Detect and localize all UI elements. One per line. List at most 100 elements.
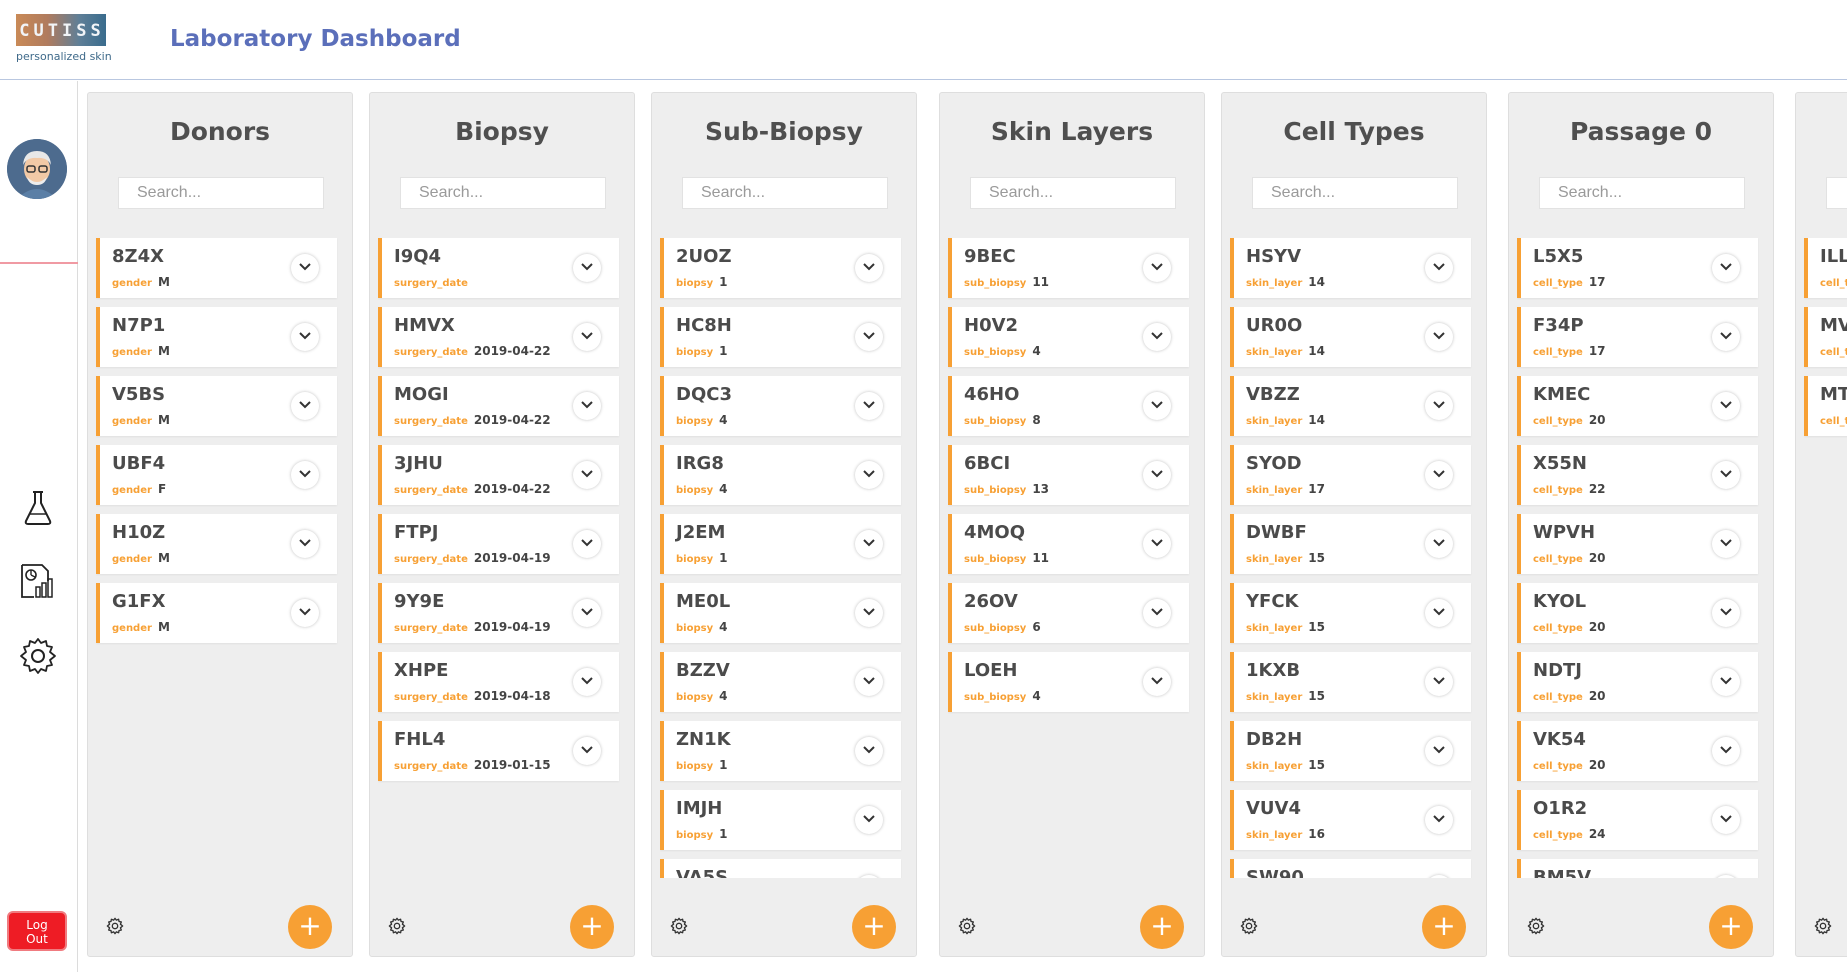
expand-chevron-button[interactable]	[1143, 668, 1171, 696]
expand-chevron-button[interactable]	[573, 392, 601, 420]
expand-chevron-button[interactable]	[1712, 392, 1740, 420]
record-card[interactable]: KMEC cell_type 20	[1517, 376, 1758, 436]
expand-chevron-button[interactable]	[855, 599, 883, 627]
expand-chevron-button[interactable]	[1143, 323, 1171, 351]
record-card[interactable]: YFCK skin_layer 15	[1230, 583, 1471, 643]
record-card[interactable]: 2UOZ biopsy 1	[660, 238, 901, 298]
record-card[interactable]: BZZV biopsy 4	[660, 652, 901, 712]
column-search-input[interactable]	[118, 177, 324, 209]
expand-chevron-button[interactable]	[1425, 461, 1453, 489]
record-card[interactable]: ZN1K biopsy 1	[660, 721, 901, 781]
record-card[interactable]: H0V2 sub_biopsy 4	[948, 307, 1189, 367]
expand-chevron-button[interactable]	[1712, 530, 1740, 558]
expand-chevron-button[interactable]	[855, 875, 883, 878]
column-search-input[interactable]	[970, 177, 1176, 209]
expand-chevron-button[interactable]	[1425, 599, 1453, 627]
record-card[interactable]: UR0O skin_layer 14	[1230, 307, 1471, 367]
expand-chevron-button[interactable]	[1425, 737, 1453, 765]
record-card[interactable]: 9BEC sub_biopsy 11	[948, 238, 1189, 298]
record-card[interactable]: G1FX gender M	[96, 583, 337, 643]
record-card[interactable]: IRG8 biopsy 4	[660, 445, 901, 505]
record-card[interactable]: DQC3 biopsy 4	[660, 376, 901, 436]
column-search-input[interactable]	[1252, 177, 1458, 209]
record-card[interactable]: N7P1 gender M	[96, 307, 337, 367]
record-card[interactable]: LOEH sub_biopsy 4	[948, 652, 1189, 712]
column-search-input[interactable]	[1826, 177, 1847, 209]
expand-chevron-button[interactable]	[1425, 806, 1453, 834]
expand-chevron-button[interactable]	[573, 323, 601, 351]
add-record-button[interactable]: +	[1709, 905, 1753, 949]
expand-chevron-button[interactable]	[855, 461, 883, 489]
record-card[interactable]: SYOD skin_layer 17	[1230, 445, 1471, 505]
record-card[interactable]: H10Z gender M	[96, 514, 337, 574]
record-card[interactable]: J2EM biopsy 1	[660, 514, 901, 574]
record-card[interactable]: 6BCI sub_biopsy 13	[948, 445, 1189, 505]
expand-chevron-button[interactable]	[291, 599, 319, 627]
expand-chevron-button[interactable]	[291, 461, 319, 489]
column-search-input[interactable]	[682, 177, 888, 209]
expand-chevron-button[interactable]	[855, 737, 883, 765]
expand-chevron-button[interactable]	[1143, 392, 1171, 420]
record-card[interactable]: 4MOQ sub_biopsy 11	[948, 514, 1189, 574]
expand-chevron-button[interactable]	[1712, 599, 1740, 627]
add-record-button[interactable]: +	[570, 905, 614, 949]
record-card[interactable]: VUV4 skin_layer 16	[1230, 790, 1471, 850]
record-card[interactable]: VK54 cell_type 20	[1517, 721, 1758, 781]
add-record-button[interactable]: +	[1140, 905, 1184, 949]
expand-chevron-button[interactable]	[1425, 668, 1453, 696]
expand-chevron-button[interactable]	[291, 254, 319, 282]
record-card[interactable]: X55N cell_type 22	[1517, 445, 1758, 505]
record-card[interactable]: 3JHU surgery_date 2019-04-22	[378, 445, 619, 505]
expand-chevron-button[interactable]	[855, 254, 883, 282]
record-card[interactable]: 46HO sub_biopsy 8	[948, 376, 1189, 436]
record-card[interactable]: VA5Sbiopsy	[660, 859, 901, 878]
expand-chevron-button[interactable]	[1425, 875, 1453, 878]
record-card[interactable]: HSYV skin_layer 14	[1230, 238, 1471, 298]
user-avatar[interactable]	[7, 139, 67, 199]
expand-chevron-button[interactable]	[573, 668, 601, 696]
record-card[interactable]: HMVX surgery_date 2019-04-22	[378, 307, 619, 367]
record-card[interactable]: ILL cell_t	[1804, 238, 1847, 298]
record-card[interactable]: VBZZ skin_layer 14	[1230, 376, 1471, 436]
expand-chevron-button[interactable]	[573, 254, 601, 282]
record-card[interactable]: SW90skin_layer	[1230, 859, 1471, 878]
expand-chevron-button[interactable]	[1425, 530, 1453, 558]
record-card[interactable]: L5X5 cell_type 17	[1517, 238, 1758, 298]
flask-icon[interactable]	[18, 487, 58, 527]
expand-chevron-button[interactable]	[855, 323, 883, 351]
expand-chevron-button[interactable]	[573, 599, 601, 627]
column-settings-gear-icon[interactable]	[670, 917, 688, 935]
expand-chevron-button[interactable]	[1425, 392, 1453, 420]
expand-chevron-button[interactable]	[573, 737, 601, 765]
record-card[interactable]: HC8H biopsy 1	[660, 307, 901, 367]
expand-chevron-button[interactable]	[1425, 254, 1453, 282]
record-card[interactable]: MV cell_t	[1804, 307, 1847, 367]
record-card[interactable]: KYOL cell_type 20	[1517, 583, 1758, 643]
record-card[interactable]: DWBF skin_layer 15	[1230, 514, 1471, 574]
expand-chevron-button[interactable]	[1712, 668, 1740, 696]
column-settings-gear-icon[interactable]	[1814, 917, 1832, 935]
record-card[interactable]: FHL4 surgery_date 2019-01-15	[378, 721, 619, 781]
expand-chevron-button[interactable]	[1143, 530, 1171, 558]
expand-chevron-button[interactable]	[291, 392, 319, 420]
record-card[interactable]: FTPJ surgery_date 2019-04-19	[378, 514, 619, 574]
record-card[interactable]: WPVH cell_type 20	[1517, 514, 1758, 574]
record-card[interactable]: F34P cell_type 17	[1517, 307, 1758, 367]
record-card[interactable]: NDTJ cell_type 20	[1517, 652, 1758, 712]
expand-chevron-button[interactable]	[1712, 806, 1740, 834]
record-card[interactable]: DB2H skin_layer 15	[1230, 721, 1471, 781]
expand-chevron-button[interactable]	[1143, 461, 1171, 489]
column-settings-gear-icon[interactable]	[106, 917, 124, 935]
expand-chevron-button[interactable]	[1425, 323, 1453, 351]
column-settings-gear-icon[interactable]	[388, 917, 406, 935]
report-chart-icon[interactable]	[18, 561, 58, 601]
expand-chevron-button[interactable]	[1143, 599, 1171, 627]
record-card[interactable]: ME0L biopsy 4	[660, 583, 901, 643]
expand-chevron-button[interactable]	[855, 668, 883, 696]
record-card[interactable]: V5BS gender M	[96, 376, 337, 436]
add-record-button[interactable]: +	[852, 905, 896, 949]
gear-icon[interactable]	[18, 636, 58, 676]
column-search-input[interactable]	[400, 177, 606, 209]
record-card[interactable]: 26OV sub_biopsy 6	[948, 583, 1189, 643]
expand-chevron-button[interactable]	[573, 530, 601, 558]
